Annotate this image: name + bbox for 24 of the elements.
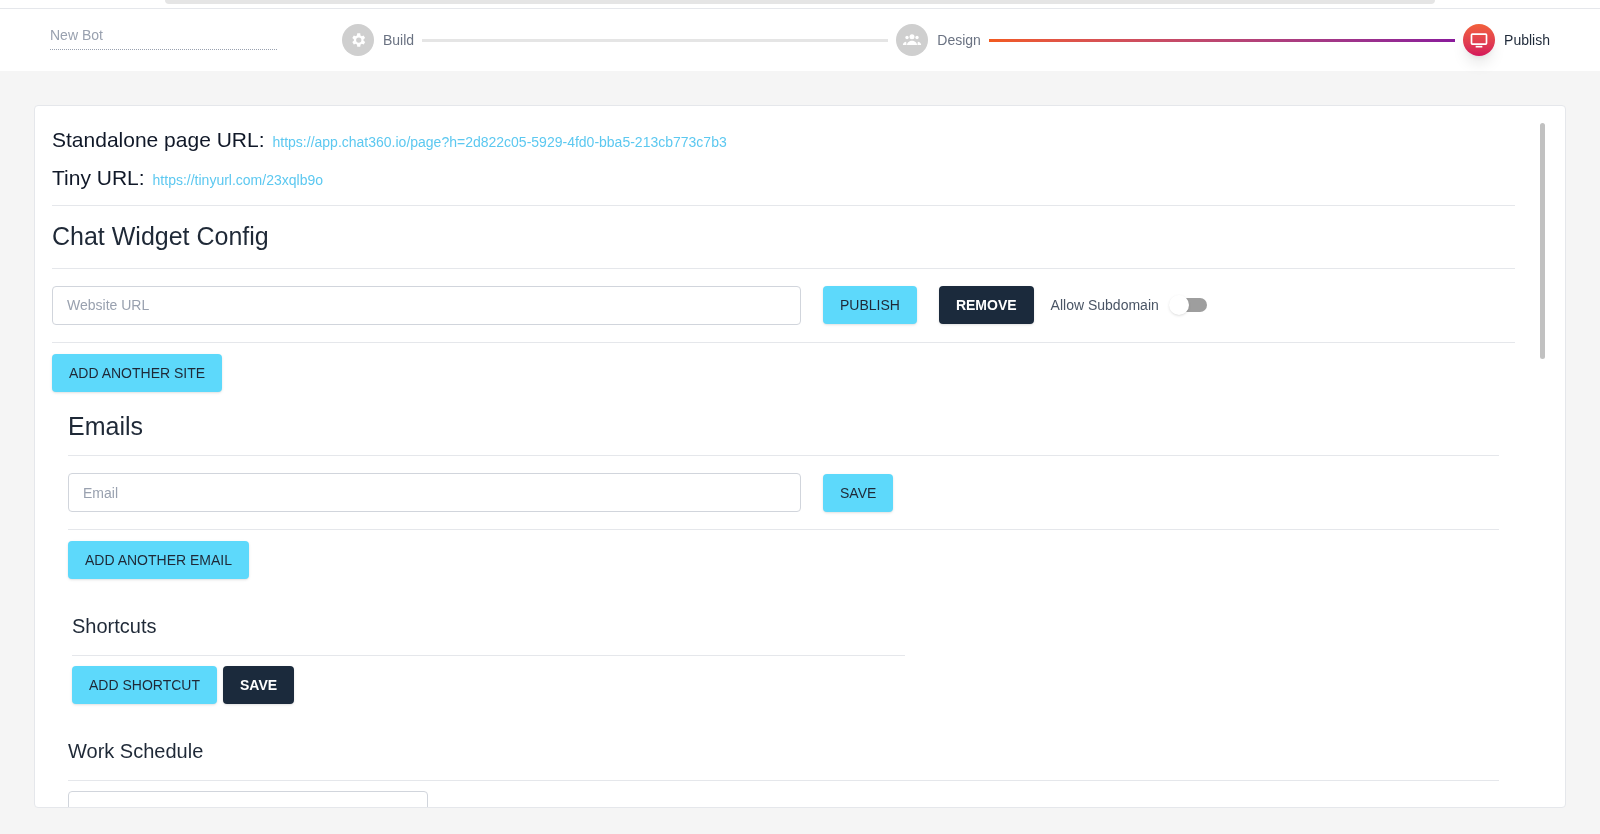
section-title: Chat Widget Config bbox=[52, 206, 1515, 269]
section-title: Emails bbox=[68, 391, 1499, 456]
toggle-label: Allow Subdomain bbox=[1050, 296, 1159, 315]
publish-button[interactable]: PUBLISH bbox=[823, 286, 917, 324]
toggle-switch[interactable] bbox=[1168, 295, 1207, 315]
add-email-button[interactable]: ADD ANOTHER EMAIL bbox=[68, 541, 250, 579]
add-shortcut-button[interactable]: ADD SHORTCUT bbox=[72, 666, 217, 704]
remove-button[interactable]: REMOVE bbox=[938, 286, 1034, 324]
save-button[interactable]: SAVE bbox=[222, 666, 295, 704]
scrollbar[interactable] bbox=[1540, 123, 1545, 359]
add-site-button[interactable]: ADD ANOTHER SITE bbox=[52, 353, 223, 392]
website-url-field[interactable]: Website URL bbox=[52, 285, 801, 325]
url-label: Tiny URL: bbox=[52, 164, 145, 191]
monitor-icon bbox=[1469, 30, 1490, 50]
step-label[interactable]: Design bbox=[937, 30, 981, 50]
section-title: Work Schedule bbox=[68, 704, 1499, 781]
step-label[interactable]: Publish bbox=[1504, 30, 1550, 50]
section-title: Shortcuts bbox=[72, 579, 905, 656]
save-button[interactable]: SAVE bbox=[823, 473, 894, 512]
email-field[interactable]: Email bbox=[68, 473, 801, 512]
step-label[interactable]: Build bbox=[383, 30, 415, 50]
url-label: Standalone page URL: bbox=[52, 127, 265, 153]
step-badge[interactable] bbox=[1463, 24, 1496, 56]
bot-name-field[interactable]: New Bot bbox=[50, 24, 277, 50]
